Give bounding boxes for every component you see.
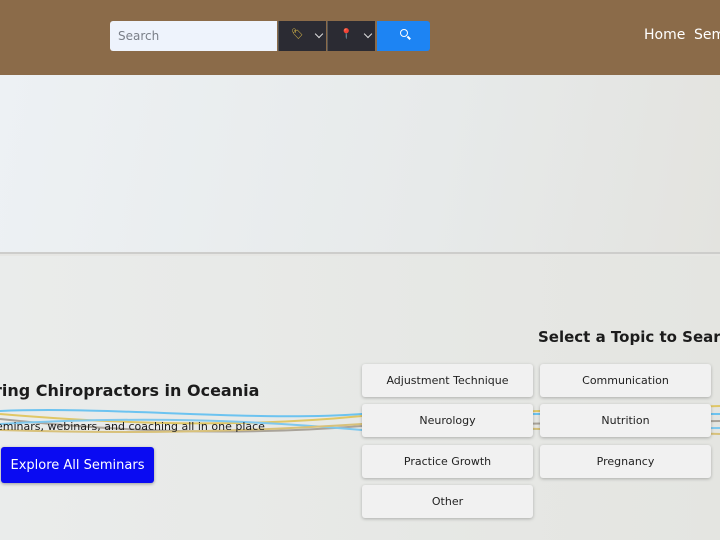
topic-adjustment-technique[interactable]: Adjustment Technique	[362, 364, 533, 397]
topic-communication[interactable]: Communication	[540, 364, 711, 397]
hero-section: ring Chiropractors in Oceania eminars, w…	[0, 256, 720, 540]
topic-section-title: Select a Topic to Search	[538, 328, 720, 346]
search-input[interactable]	[110, 21, 277, 51]
topic-neurology[interactable]: Neurology	[362, 404, 533, 437]
map-pin-icon: 📍	[340, 29, 353, 40]
top-navbar: 🏷 📍 Home Sem	[0, 0, 720, 75]
topic-practice-growth[interactable]: Practice Growth	[362, 445, 533, 478]
tag-icon: 🏷	[291, 29, 304, 40]
hero-subtext: eminars, webinars, and coaching all in o…	[0, 420, 265, 433]
explore-all-seminars-button[interactable]: Explore All Seminars	[1, 447, 154, 483]
search-button[interactable]	[377, 21, 430, 51]
location-filter-dropdown[interactable]: 📍	[327, 21, 375, 51]
topic-other[interactable]: Other	[362, 485, 533, 518]
chevron-down-icon	[314, 29, 324, 39]
hero-banner	[0, 75, 720, 254]
search-icon	[400, 29, 408, 37]
nav-seminars-link[interactable]: Sem	[694, 27, 720, 43]
tag-filter-dropdown[interactable]: 🏷	[278, 21, 326, 51]
chevron-down-icon	[363, 29, 373, 39]
topic-pregnancy[interactable]: Pregnancy	[540, 445, 711, 478]
hero-heading: ring Chiropractors in Oceania	[0, 381, 260, 400]
topic-nutrition[interactable]: Nutrition	[540, 404, 711, 437]
nav-home-link[interactable]: Home	[644, 27, 685, 43]
